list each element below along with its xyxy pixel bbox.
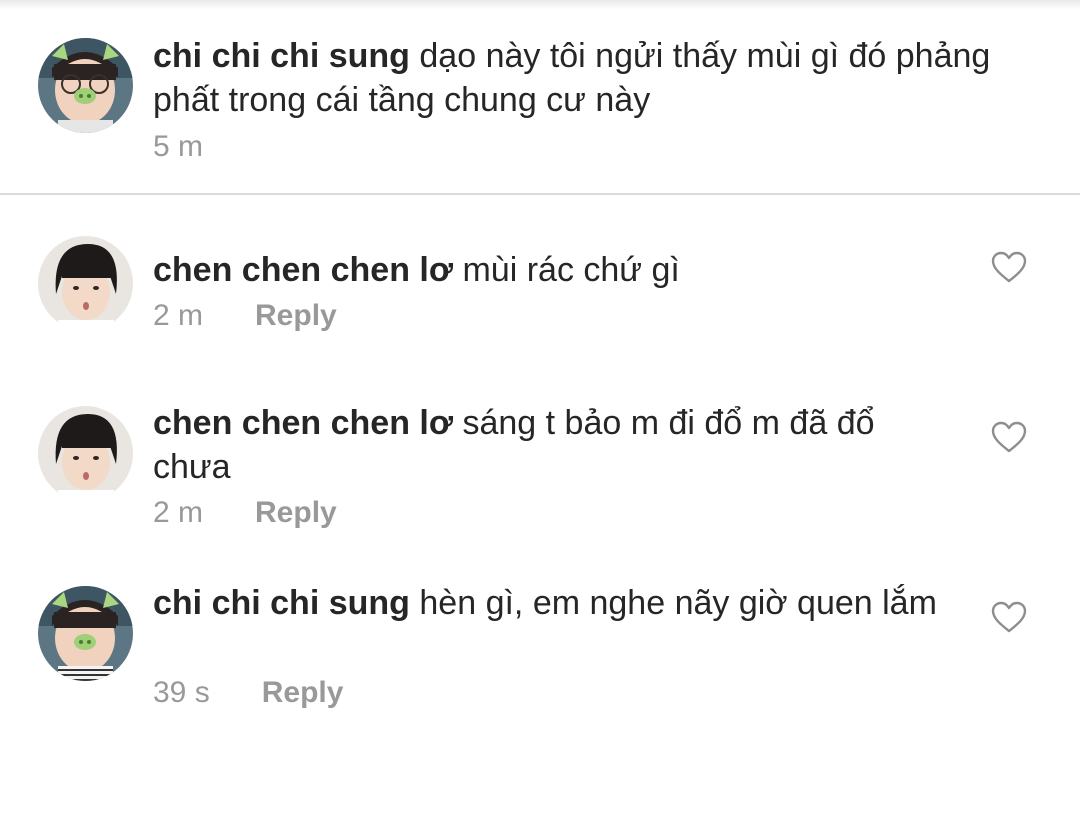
heart-outline-icon[interactable]	[990, 250, 1028, 284]
comment-text: mùi rác chứ gì	[462, 251, 680, 289]
avatar-chi-chi-chi-sung[interactable]	[38, 38, 133, 133]
comment-time: 39 s	[153, 676, 210, 709]
avatar-chen-chen-chen-lo[interactable]	[38, 236, 133, 331]
reply-button[interactable]: Reply	[255, 299, 337, 333]
caption-meta: 5 m	[153, 130, 203, 164]
heart-outline-icon[interactable]	[990, 600, 1028, 634]
post-caption: chi chi chi sung dạo này tôi ngửi thấy m…	[0, 0, 1080, 195]
comment-text-block: chi chi chi sung hèn gì, em nghe nãy giờ…	[153, 581, 953, 625]
comment-username[interactable]: chen chen chen lơ	[153, 251, 453, 289]
heart-outline-icon[interactable]	[990, 420, 1028, 454]
caption-username[interactable]: chi chi chi sung	[153, 37, 410, 75]
caption-time: 5 m	[153, 130, 204, 163]
comment-text: hèn gì, em nghe nãy giờ quen lắm	[419, 584, 937, 622]
comment-time: 2 m	[153, 299, 204, 332]
caption-text-block: chi chi chi sung dạo này tôi ngửi thấy m…	[153, 34, 1058, 122]
comment-username[interactable]: chi chi chi sung	[153, 584, 410, 622]
avatar-chen-chen-chen-lo[interactable]	[38, 406, 133, 501]
comment-time: 2 m	[153, 496, 204, 529]
avatar-chi-chi-chi-sung[interactable]	[38, 586, 133, 681]
comment-meta: 39 s Reply	[153, 676, 343, 710]
comment-username[interactable]: chen chen chen lơ	[153, 404, 453, 442]
reply-button[interactable]: Reply	[255, 496, 337, 530]
comment-meta: 2 m Reply	[153, 299, 337, 333]
reply-button[interactable]: Reply	[262, 676, 344, 710]
comment-text-block: chen chen chen lơ sáng t bảo m đi đổ m đ…	[153, 401, 953, 489]
comment-meta: 2 m Reply	[153, 496, 337, 530]
comment-text-block: chen chen chen lơ mùi rác chứ gì	[153, 248, 953, 292]
